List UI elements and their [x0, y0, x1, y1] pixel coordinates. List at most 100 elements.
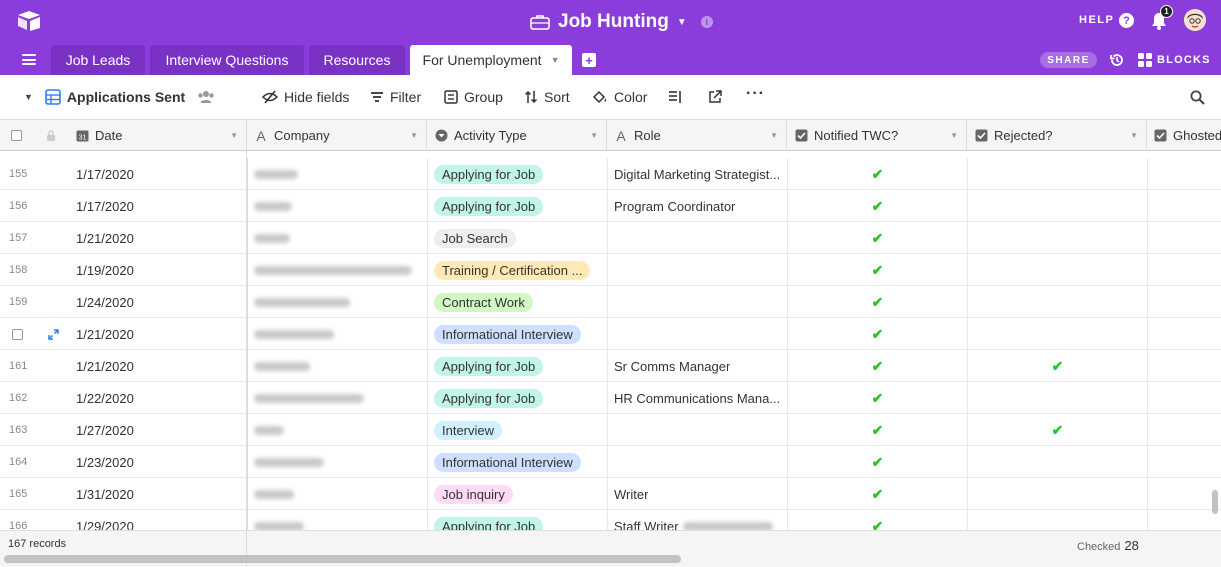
activity-type-cell[interactable]: Job inquiry — [427, 478, 607, 510]
column-menu-icon[interactable]: ▼ — [230, 131, 238, 140]
role-cell[interactable]: Writer — [607, 478, 787, 510]
table-row[interactable]: 157 1/21/2020 Job Search ✔ — [0, 222, 1221, 254]
notified-twc-cell[interactable]: ✔ — [787, 414, 967, 446]
notified-twc-cell[interactable]: ✔ — [787, 254, 967, 286]
column-header-activity-type[interactable]: Activity Type ▼ — [427, 120, 607, 151]
date-cell[interactable]: 1/24/2020 — [68, 286, 246, 318]
notified-twc-cell[interactable]: ✔ — [787, 158, 967, 190]
activity-type-cell[interactable]: Informational Interview — [427, 446, 607, 478]
activity-type-cell[interactable]: Applying for Job — [427, 350, 607, 382]
date-cell[interactable]: 1/22/2020 — [68, 382, 246, 414]
rejected-cell[interactable] — [967, 286, 1147, 318]
more-options-button[interactable]: ··· — [746, 85, 765, 106]
rejected-cell[interactable] — [967, 510, 1147, 530]
filter-button[interactable]: Filter — [370, 88, 421, 106]
rejected-cell[interactable] — [967, 254, 1147, 286]
menu-icon[interactable] — [22, 54, 36, 65]
date-cell[interactable]: 1/21/2020 — [68, 318, 246, 350]
blocks-icon[interactable] — [1138, 53, 1152, 67]
role-cell[interactable] — [607, 222, 787, 254]
company-cell-redacted[interactable] — [247, 318, 427, 350]
tab-interview-questions[interactable]: Interview Questions — [150, 45, 304, 75]
column-header-role[interactable]: A Role ▼ — [607, 120, 787, 151]
date-cell[interactable]: 1/23/2020 — [68, 446, 246, 478]
rejected-cell[interactable] — [967, 382, 1147, 414]
blocks-button[interactable]: BLOCKS — [1157, 54, 1211, 66]
company-cell-redacted[interactable] — [247, 478, 427, 510]
ghosted-cell[interactable] — [1147, 318, 1221, 350]
row-select-area[interactable] — [0, 318, 60, 350]
notified-twc-cell[interactable]: ✔ — [787, 478, 967, 510]
activity-type-cell[interactable]: Applying for Job — [427, 158, 607, 190]
tab-for-unemployment[interactable]: For Unemployment ▼ — [410, 45, 572, 75]
ghosted-cell[interactable] — [1147, 478, 1221, 510]
rejected-cell[interactable] — [967, 478, 1147, 510]
tab-job-leads[interactable]: Job Leads — [51, 45, 145, 75]
role-cell[interactable]: Program Coordinator — [607, 190, 787, 222]
activity-type-cell[interactable]: Applying for Job — [427, 510, 607, 530]
table-row-hovered[interactable]: 1/21/2020 Informational Interview ✔ — [0, 318, 1221, 350]
table-row[interactable]: 156 1/17/2020 Applying for Job Program C… — [0, 190, 1221, 222]
notified-twc-cell[interactable]: ✔ — [787, 190, 967, 222]
views-chevron-down-icon[interactable]: ▼ — [24, 92, 33, 102]
help-question-icon[interactable]: ? — [1119, 13, 1134, 28]
tab-resources[interactable]: Resources — [309, 45, 405, 75]
info-icon[interactable]: i — [700, 16, 713, 28]
activity-type-cell[interactable]: Job Search — [427, 222, 607, 254]
company-cell-redacted[interactable] — [247, 446, 427, 478]
rejected-cell[interactable] — [967, 158, 1147, 190]
notified-twc-cell[interactable]: ✔ — [787, 318, 967, 350]
rejected-cell[interactable] — [967, 222, 1147, 254]
company-cell-redacted[interactable] — [247, 190, 427, 222]
ghosted-cell[interactable] — [1147, 382, 1221, 414]
activity-type-cell[interactable]: Applying for Job — [427, 190, 607, 222]
column-header-rejected[interactable]: Rejected? ▼ — [967, 120, 1147, 151]
vertical-scrollbar[interactable] — [1212, 490, 1218, 514]
company-cell-redacted[interactable] — [247, 350, 427, 382]
share-view-button[interactable] — [708, 88, 722, 106]
activity-type-cell[interactable]: Informational Interview — [427, 318, 607, 350]
table-row[interactable]: 159 1/24/2020 Contract Work ✔ — [0, 286, 1221, 318]
company-cell-redacted[interactable] — [247, 254, 427, 286]
column-menu-icon[interactable]: ▼ — [770, 131, 778, 140]
rejected-cell[interactable] — [967, 446, 1147, 478]
date-cell[interactable]: 1/29/2020 — [68, 510, 246, 531]
checked-summary[interactable]: Checked 28 — [1077, 538, 1139, 553]
ghosted-cell[interactable] — [1147, 158, 1221, 190]
column-menu-icon[interactable]: ▼ — [590, 131, 598, 140]
sort-button[interactable]: Sort — [524, 88, 570, 106]
activity-type-cell[interactable]: Applying for Job — [427, 382, 607, 414]
role-cell[interactable] — [607, 318, 787, 350]
table-row[interactable]: 163 1/27/2020 Interview ✔ ✔ — [0, 414, 1221, 446]
column-menu-icon[interactable]: ▼ — [1130, 131, 1138, 140]
table-row[interactable]: 158 1/19/2020 Training / Certification .… — [0, 254, 1221, 286]
share-button[interactable]: SHARE — [1040, 52, 1097, 68]
row-height-button[interactable] — [668, 88, 682, 106]
ghosted-cell[interactable] — [1147, 446, 1221, 478]
column-menu-icon[interactable]: ▼ — [950, 131, 958, 140]
avatar[interactable] — [1184, 9, 1206, 31]
date-cell[interactable]: 1/31/2020 — [68, 478, 246, 510]
ghosted-cell[interactable] — [1147, 222, 1221, 254]
collaborative-view-icon[interactable] — [197, 90, 215, 104]
table-row[interactable]: 155 1/17/2020 Applying for Job Digital M… — [0, 158, 1221, 190]
activity-type-cell[interactable]: Contract Work — [427, 286, 607, 318]
ghosted-cell[interactable] — [1147, 414, 1221, 446]
date-cell[interactable]: 1/17/2020 — [68, 158, 246, 190]
notified-twc-cell[interactable]: ✔ — [787, 510, 967, 530]
table-row[interactable]: 165 1/31/2020 Job inquiry Writer ✔ — [0, 478, 1221, 510]
rejected-cell[interactable]: ✔ — [967, 350, 1147, 382]
rejected-cell[interactable]: ✔ — [967, 414, 1147, 446]
table-row[interactable]: 166 1/29/2020 Applying for Job Staff Wri… — [0, 510, 1221, 530]
role-cell[interactable] — [607, 254, 787, 286]
company-cell-redacted[interactable] — [247, 222, 427, 254]
notified-twc-cell[interactable]: ✔ — [787, 382, 967, 414]
role-cell[interactable]: Staff Writer — [607, 510, 787, 530]
notified-twc-cell[interactable]: ✔ — [787, 350, 967, 382]
column-menu-icon[interactable]: ▼ — [410, 131, 418, 140]
base-title-area[interactable]: Job Hunting ▼ i — [530, 8, 713, 36]
company-cell-redacted[interactable] — [247, 286, 427, 318]
view-name[interactable]: Applications Sent — [67, 89, 185, 105]
select-all-checkbox[interactable] — [11, 130, 22, 141]
company-cell-redacted[interactable] — [247, 510, 427, 530]
